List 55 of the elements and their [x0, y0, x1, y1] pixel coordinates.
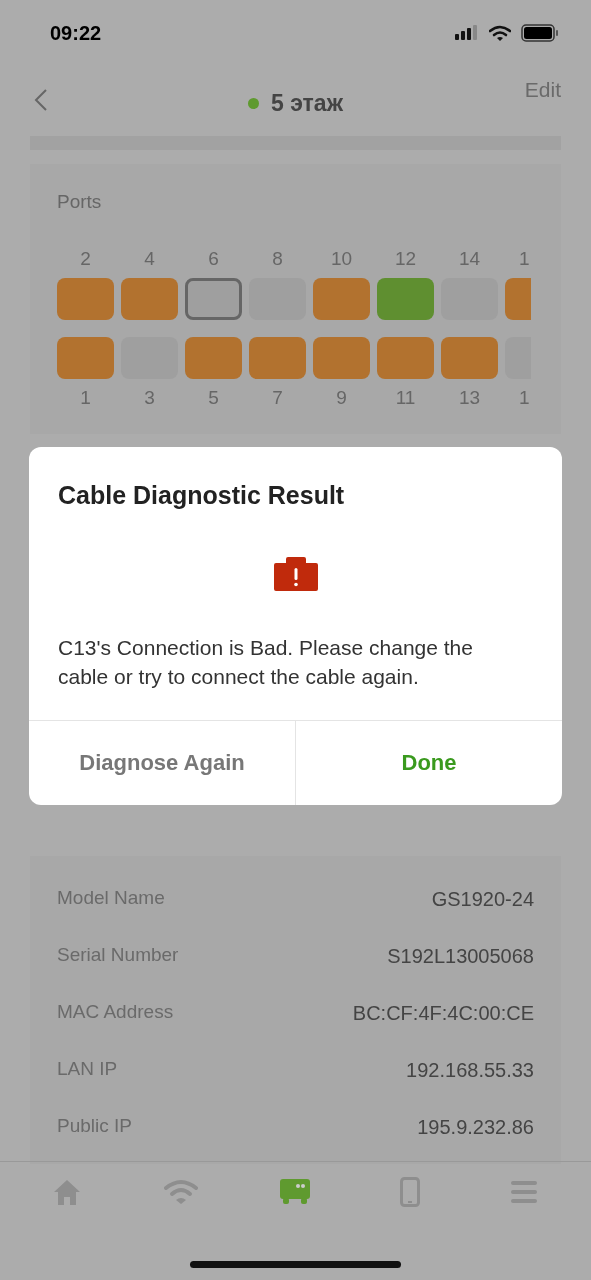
dialog-message: C13's Connection is Bad. Please change the cable or try to connect the cable again. — [57, 634, 474, 690]
dialog-title: Cable Diagnostic Result — [57, 480, 346, 511]
info-label: Serial Number — [57, 943, 179, 968]
battery-icon — [521, 24, 559, 42]
port-number: 5 — [208, 386, 219, 410]
info-value: S192L13005068 — [387, 943, 534, 969]
menu-icon[interactable] — [510, 1179, 537, 1204]
port-number: 2 — [80, 246, 91, 271]
port[interactable] — [57, 337, 114, 379]
info-value: BC:CF:4F:4C:00:CE — [352, 1000, 534, 1026]
status-time: 09:22 — [50, 21, 102, 46]
port-number: 3 — [144, 386, 155, 410]
port[interactable] — [185, 337, 242, 379]
port-number: 12 — [394, 246, 417, 271]
port[interactable] — [441, 337, 498, 379]
edit-button[interactable]: Edit — [524, 74, 561, 106]
port[interactable] — [313, 337, 370, 379]
signal-icon — [455, 25, 479, 41]
port-number: 1 — [519, 246, 530, 271]
port[interactable] — [121, 278, 178, 320]
dialog-button[interactable]: Diagnose Again — [29, 720, 295, 805]
port-number: 4 — [144, 246, 155, 271]
section-title: Ports — [57, 190, 103, 214]
wifi-icon[interactable] — [164, 1178, 199, 1205]
info-label: Model Name — [57, 886, 165, 911]
device-title: 5 этаж — [271, 89, 343, 118]
phone-icon[interactable] — [399, 1176, 420, 1207]
warning-toolbox-icon — [273, 556, 318, 591]
info-value: GS1920-24 — [431, 886, 534, 912]
port-number: 7 — [272, 386, 283, 410]
switch-icon[interactable] — [280, 1178, 311, 1205]
info-label: Public IP — [57, 1114, 132, 1139]
port-number: 11 — [395, 386, 416, 410]
port-number: 1 — [519, 386, 530, 410]
port[interactable] — [57, 278, 114, 320]
home-icon[interactable] — [53, 1177, 82, 1206]
info-label: LAN IP — [57, 1057, 118, 1082]
wifi-icon — [489, 25, 511, 41]
dialog-button[interactable]: Done — [295, 720, 562, 805]
info-value: 192.168.55.33 — [406, 1057, 534, 1083]
port[interactable] — [249, 337, 306, 379]
port-number: 10 — [330, 246, 353, 271]
back-icon[interactable] — [34, 88, 48, 112]
port[interactable] — [185, 278, 242, 320]
port-number: 14 — [458, 246, 481, 271]
port-number: 8 — [272, 246, 283, 271]
info-label: MAC Address — [57, 1000, 174, 1025]
info-value: 195.9.232.86 — [417, 1114, 534, 1140]
port[interactable] — [377, 337, 434, 379]
port[interactable] — [377, 278, 434, 320]
port-number: 9 — [336, 386, 347, 410]
port-number: 13 — [458, 386, 481, 410]
port-number: 1 — [80, 386, 91, 410]
port-number: 6 — [208, 246, 219, 271]
port[interactable] — [313, 278, 370, 320]
